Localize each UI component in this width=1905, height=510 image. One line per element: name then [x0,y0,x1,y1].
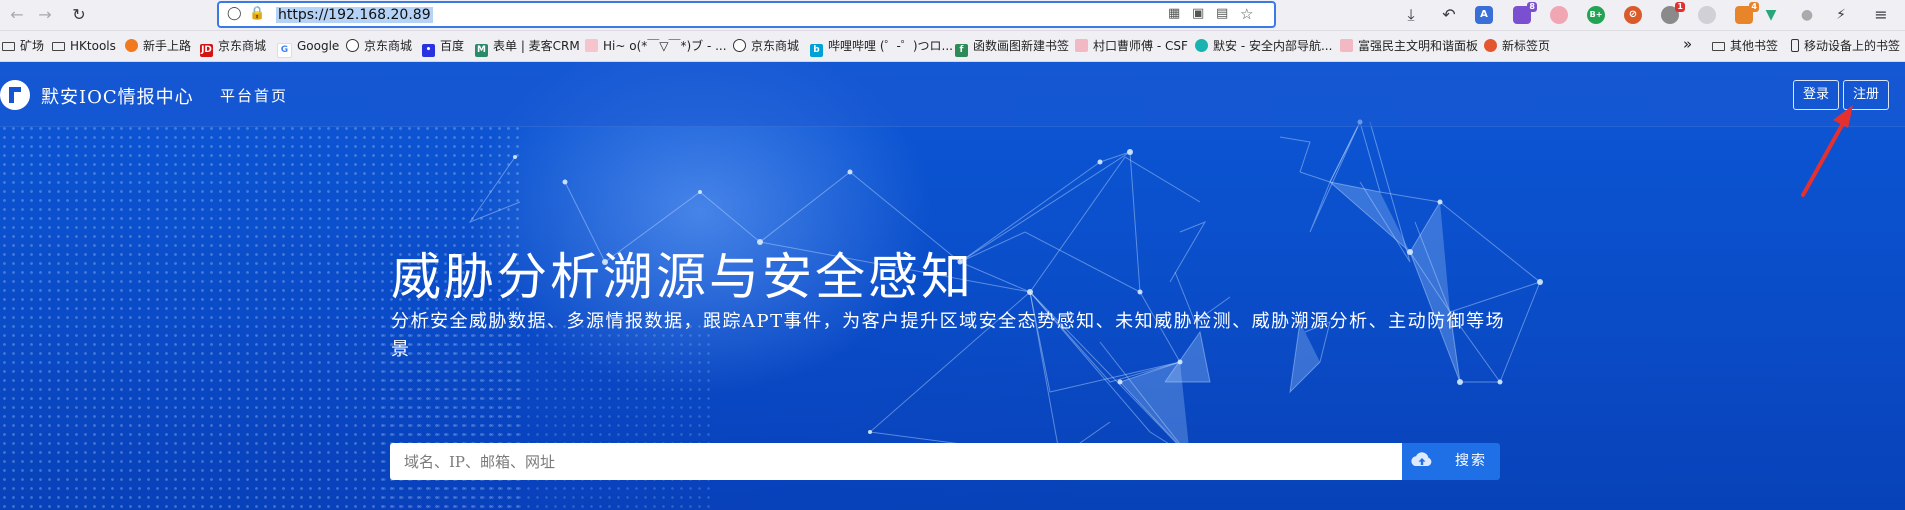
bookmark-label: 默安 - 安全内部导航... [1213,39,1333,53]
firefox-icon [1484,39,1497,52]
bookmark-label: HKtools [70,39,116,53]
address-bar[interactable]: ◯ 🔒 https://192.168.20.89 ▦ ▣ ▤ ☆ [217,1,1276,28]
site-icon [585,39,598,52]
upload-button[interactable] [1402,443,1442,480]
logo-mark [9,87,21,103]
bookmark-item[interactable]: b 哔哩哔哩 (゜-゜)つロ... [810,38,953,57]
brand-name[interactable]: 默安IOC情报中心 [41,83,194,109]
b-plus-ext-icon[interactable]: B+ [1587,6,1605,24]
mikecrm-icon: M [475,44,488,57]
baidu-icon: • [422,44,435,57]
login-button[interactable]: 登录 [1793,80,1839,110]
block-ext-icon[interactable]: ⊘ [1624,6,1642,24]
bookmark-item[interactable]: 默安 - 安全内部导航... [1195,38,1332,54]
grey-ext-icon[interactable] [1698,6,1716,24]
vue-ext-icon[interactable]: ▼ [1762,6,1780,24]
bookmark-label: 函数画图新建书签 [973,39,1070,53]
bookmark-star-icon[interactable]: ☆ [1240,5,1253,23]
reload-icon[interactable]: ↻ [68,4,90,26]
bookmark-label: 表单 | 麦客CRM [493,39,580,53]
ext-badge: 8 [1527,2,1537,12]
folder-icon [1712,42,1725,51]
bookmark-item[interactable]: G Google [277,38,340,58]
screenshot-icon[interactable]: ▤ [1216,6,1228,21]
lock-icon[interactable]: 🔒 [249,6,265,21]
bookmark-label: 富强民主文明和谐面板 [1358,39,1479,53]
firefox-icon [125,39,138,52]
browser-toolbar: ← → ↻ ◯ 🔒 https://192.168.20.89 ▦ ▣ ▤ ☆ … [0,0,1905,31]
moresec-logo-icon[interactable] [0,80,30,110]
download-icon[interactable]: ⤓ [1400,4,1422,26]
bookmark-label: Hi~ o(*￣▽￣*)ブ - ... [603,39,727,53]
search-button[interactable]: 搜索 [1442,443,1500,480]
moresec-icon [1195,39,1208,52]
bookmark-label: 百度 [440,39,465,53]
ext-badge: 4 [1749,2,1759,12]
bookmark-item[interactable]: 新标签页 [1484,38,1550,54]
bookmark-item[interactable]: M 表单 | 麦客CRM [475,38,580,57]
bookmark-label: 哔哩哔哩 (゜-゜)つロ... [828,39,953,53]
gear-ext-icon[interactable]: 1 [1661,2,1685,24]
cloud-upload-icon [1411,452,1432,466]
hero-subtitle: 分析安全威胁数据、多源情报数据，跟踪APT事件，为客户提升区域安全态势感知、未知… [391,311,1506,360]
globe-icon [346,39,359,52]
bookmark-label: 新手上路 [143,39,192,53]
menu-icon[interactable]: ≡ [1870,4,1892,26]
bookmark-item[interactable]: 京东商城 [733,38,799,54]
bookmark-item[interactable]: 移动设备上的书签 [1791,38,1900,54]
hero-title: 威胁分析溯源与安全感知 [391,248,974,306]
forward-icon[interactable]: → [34,4,56,26]
register-button[interactable]: 注册 [1843,80,1889,110]
bookmark-item[interactable]: HKtools [52,38,116,54]
bookmark-item[interactable]: 村口曹师傅 - CSF [1075,38,1188,54]
bookmark-label: 移动设备上的书签 [1804,39,1901,53]
mobile-icon [1791,39,1799,52]
bookmark-label: 矿场 [20,39,45,53]
jd-icon: JD [200,44,213,57]
search-input[interactable] [390,443,1402,480]
back-icon[interactable]: ← [6,4,28,26]
bookmark-item[interactable]: 富强民主文明和谐面板 [1340,38,1478,54]
globe-icon [733,39,746,52]
bookmark-item[interactable]: JD 京东商城 [200,38,267,57]
lightning-icon[interactable]: ⚡ [1830,4,1852,26]
site-navbar: 默安IOC情报中心 平台首页 登录 注册 [0,62,1905,127]
bookmark-item[interactable]: 新手上路 [125,38,191,54]
bookmarks-bar: 矿场 HKtools 新手上路 JD 京东商城 G Google 京东商城 • 百度 … [0,31,1905,62]
bookmark-label: 村口曹师傅 - CSF [1093,39,1188,53]
shield-icon[interactable]: ◯ [227,6,242,21]
translate-ext-icon[interactable]: A [1475,6,1493,24]
site-icon [1340,39,1353,52]
bookmark-label: 京东商城 [218,39,267,53]
url-text[interactable]: https://192.168.20.89 [276,7,433,23]
folder-icon [2,42,15,51]
translate-icon[interactable]: ▣ [1192,6,1204,21]
bilibili-icon: b [810,44,823,57]
bookmark-item[interactable]: 京东商城 [346,38,412,54]
bookmark-label: Google [297,39,340,53]
bookmark-item[interactable]: 矿场 [2,38,44,54]
bookmark-item[interactable]: 其他书签 [1712,38,1778,54]
orange-ext-icon[interactable]: 4 [1735,2,1759,24]
qr-code-icon[interactable]: ▦ [1168,6,1180,21]
folder-icon [52,42,65,51]
bookmark-item[interactable]: • 百度 [422,38,465,57]
nav-home-link[interactable]: 平台首页 [220,85,288,106]
google-icon: G [277,43,292,58]
graph-icon: f [955,44,968,57]
undo-icon[interactable]: ↶ [1438,4,1460,26]
site-icon [1075,39,1088,52]
shield-ext-icon[interactable]: ● [1798,6,1816,24]
flower-ext-icon[interactable] [1550,6,1568,24]
bookmark-label: 其他书签 [1730,39,1779,53]
ext-badge: 1 [1675,2,1685,12]
bookmark-label: 京东商城 [364,39,413,53]
bookmark-label: 新标签页 [1502,39,1551,53]
bookmark-item[interactable]: f 函数画图新建书签 [955,38,1070,57]
more-bookmarks-icon[interactable]: » [1683,36,1692,52]
bookmark-item[interactable]: Hi~ o(*￣▽￣*)ブ - ... [585,38,727,54]
bookmark-label: 京东商城 [751,39,800,53]
extension-purple-icon[interactable]: 8 [1513,2,1537,24]
